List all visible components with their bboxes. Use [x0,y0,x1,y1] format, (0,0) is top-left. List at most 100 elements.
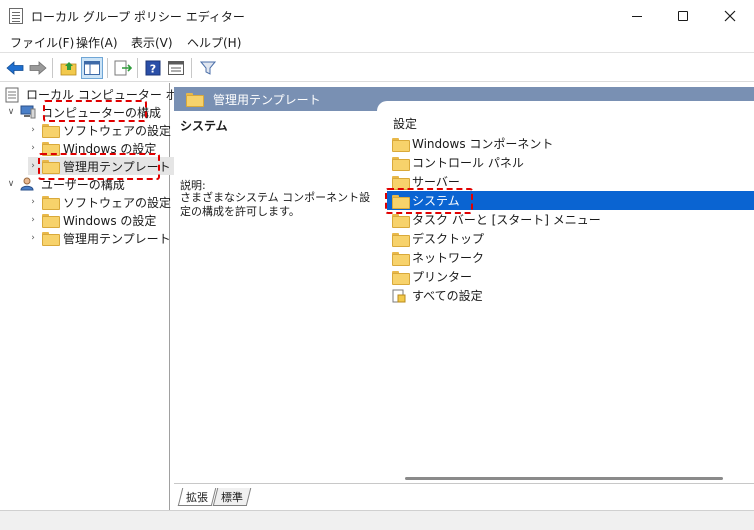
chevron-down-icon[interactable]: ∨ [6,107,16,117]
tree-item-label: 管理用テンプレート [63,159,171,174]
back-button[interactable] [4,57,26,79]
all-settings-icon [392,289,408,303]
list-item-server[interactable]: サーバー [387,172,754,191]
folder-icon [42,124,60,138]
chevron-right-icon[interactable]: › [28,215,38,225]
tab-standard[interactable]: 標準 [212,488,252,506]
chevron-right-icon[interactable]: › [28,161,38,171]
tree-item-label: Windows の設定 [63,141,157,156]
folder-icon [392,270,410,285]
menu-action[interactable]: 操作(A) [76,34,118,51]
tree-item-label: ソフトウェアの設定 [63,123,172,138]
user-icon [20,177,36,191]
folder-icon [392,194,410,209]
status-bar [0,510,754,530]
list-item-network[interactable]: ネットワーク [387,248,754,267]
chevron-right-icon[interactable]: › [28,233,38,243]
computer-icon [20,105,36,119]
tree-item-computer-windows[interactable]: › Windows の設定 [28,139,156,157]
list-item-windows-components[interactable]: Windows コンポーネント [387,134,754,153]
folder-icon [392,137,410,152]
tree-item-computer-admin-templates[interactable]: › 管理用テンプレート [28,157,175,175]
close-button[interactable] [706,0,754,32]
folder-icon [392,232,410,247]
list-item-label: サーバー [412,175,460,189]
toolbar: ? [0,52,754,82]
window-title: ローカル グループ ポリシー エディター [31,10,245,24]
tree-user-config-label: ユーザーの構成 [41,177,125,192]
list-item-printers[interactable]: プリンター [387,267,754,286]
chevron-right-icon[interactable]: › [28,125,38,135]
tree-item-user-admin-templates[interactable]: › 管理用テンプレート [28,229,171,247]
horizontal-scrollbar[interactable] [379,474,754,483]
properties-view-button[interactable] [165,57,187,79]
list-item-desktop[interactable]: デスクトップ [387,229,754,248]
list-item-label: デスクトップ [412,232,485,246]
scrollbar-thumb[interactable] [405,477,723,480]
list-item-control-panel[interactable]: コントロール パネル [387,153,754,172]
help-button[interactable]: ? [142,57,164,79]
list-item-label: ネットワーク [412,251,485,265]
close-icon [724,10,736,22]
filter-icon [200,61,216,75]
details-pane: 管理用テンプレート システム 説明: さまざまなシステム コンポーネント設定の構… [174,83,754,510]
details-header-label: 管理用テンプレート [213,92,321,107]
tree-item-user-software[interactable]: › ソフトウェアの設定 [28,193,171,211]
menu-file[interactable]: ファイル(F) [10,34,74,51]
list-item-label: システム [412,194,460,208]
minimize-button[interactable] [614,0,660,32]
properties-view-icon [168,61,184,75]
list-item-system[interactable]: システム [387,191,754,210]
tree-user-config[interactable]: ∨ ユーザーの構成 [6,175,125,193]
toolbar-separator [191,58,192,78]
show-hide-tree-icon [84,61,100,75]
tree-item-computer-software[interactable]: › ソフトウェアの設定 [28,121,171,139]
tree-item-label: ソフトウェアの設定 [63,195,172,210]
folder-icon [42,160,60,174]
folder-icon [186,93,204,107]
up-level-button[interactable] [58,57,80,79]
folder-icon [42,232,60,246]
forward-arrow-icon [29,61,47,75]
tab-standard-label: 標準 [221,490,244,504]
help-icon: ? [145,60,161,76]
svg-text:?: ? [150,63,156,76]
tree-pane: ローカル コンピューター ポリシー ∨ コンピューターの構成 › ソフトウェアの… [0,83,214,510]
forward-button[interactable] [27,57,49,79]
list-item-label: プリンター [412,270,473,284]
back-arrow-icon [6,61,24,75]
settings-list: 設定 Windows コンポーネント コントロール パネル サーバー システム … [377,101,754,483]
tree-item-user-windows[interactable]: › Windows の設定 [28,211,156,229]
tree-item-label: Windows の設定 [63,213,157,228]
maximize-button[interactable] [660,0,706,32]
view-tabs: 拡張 標準 [174,483,754,510]
menu-help[interactable]: ヘルプ(H) [187,34,241,51]
export-list-button[interactable] [112,57,134,79]
list-item-all-settings[interactable]: すべての設定 [387,286,754,305]
policy-document-icon [5,87,21,103]
description-panel: システム 説明: さまざまなシステム コンポーネント設定の構成を許可します。 [174,111,377,483]
menu-view[interactable]: 表示(V) [131,34,173,51]
list-item-label: すべての設定 [412,289,483,303]
folder-icon [392,156,410,171]
menu-bar: ファイル(F) 操作(A) 表示(V) ヘルプ(H) [0,32,754,52]
tree-computer-config-label: コンピューターの構成 [41,105,162,120]
list-item-taskbar-start-menu[interactable]: タスク バーと [スタート] メニュー [387,210,754,229]
tree-item-label: 管理用テンプレート [63,231,171,246]
description-title: システム [180,119,228,133]
tree-computer-config[interactable]: ∨ コンピューターの構成 [6,103,161,121]
chevron-down-icon[interactable]: ∨ [6,179,16,189]
list-item-label: コントロール パネル [412,156,524,170]
chevron-right-icon[interactable]: › [28,143,38,153]
settings-column-header[interactable]: 設定 [393,115,417,132]
chevron-right-icon[interactable]: › [28,197,38,207]
tab-extended-label: 拡張 [186,490,209,504]
folder-icon [392,251,410,266]
export-list-icon [114,60,132,76]
folder-icon [42,142,60,156]
minimize-icon [632,15,642,17]
app-icon [9,8,23,24]
tab-extended[interactable]: 拡張 [177,488,217,506]
show-hide-tree-button[interactable] [81,57,103,79]
filter-button[interactable] [197,57,219,79]
